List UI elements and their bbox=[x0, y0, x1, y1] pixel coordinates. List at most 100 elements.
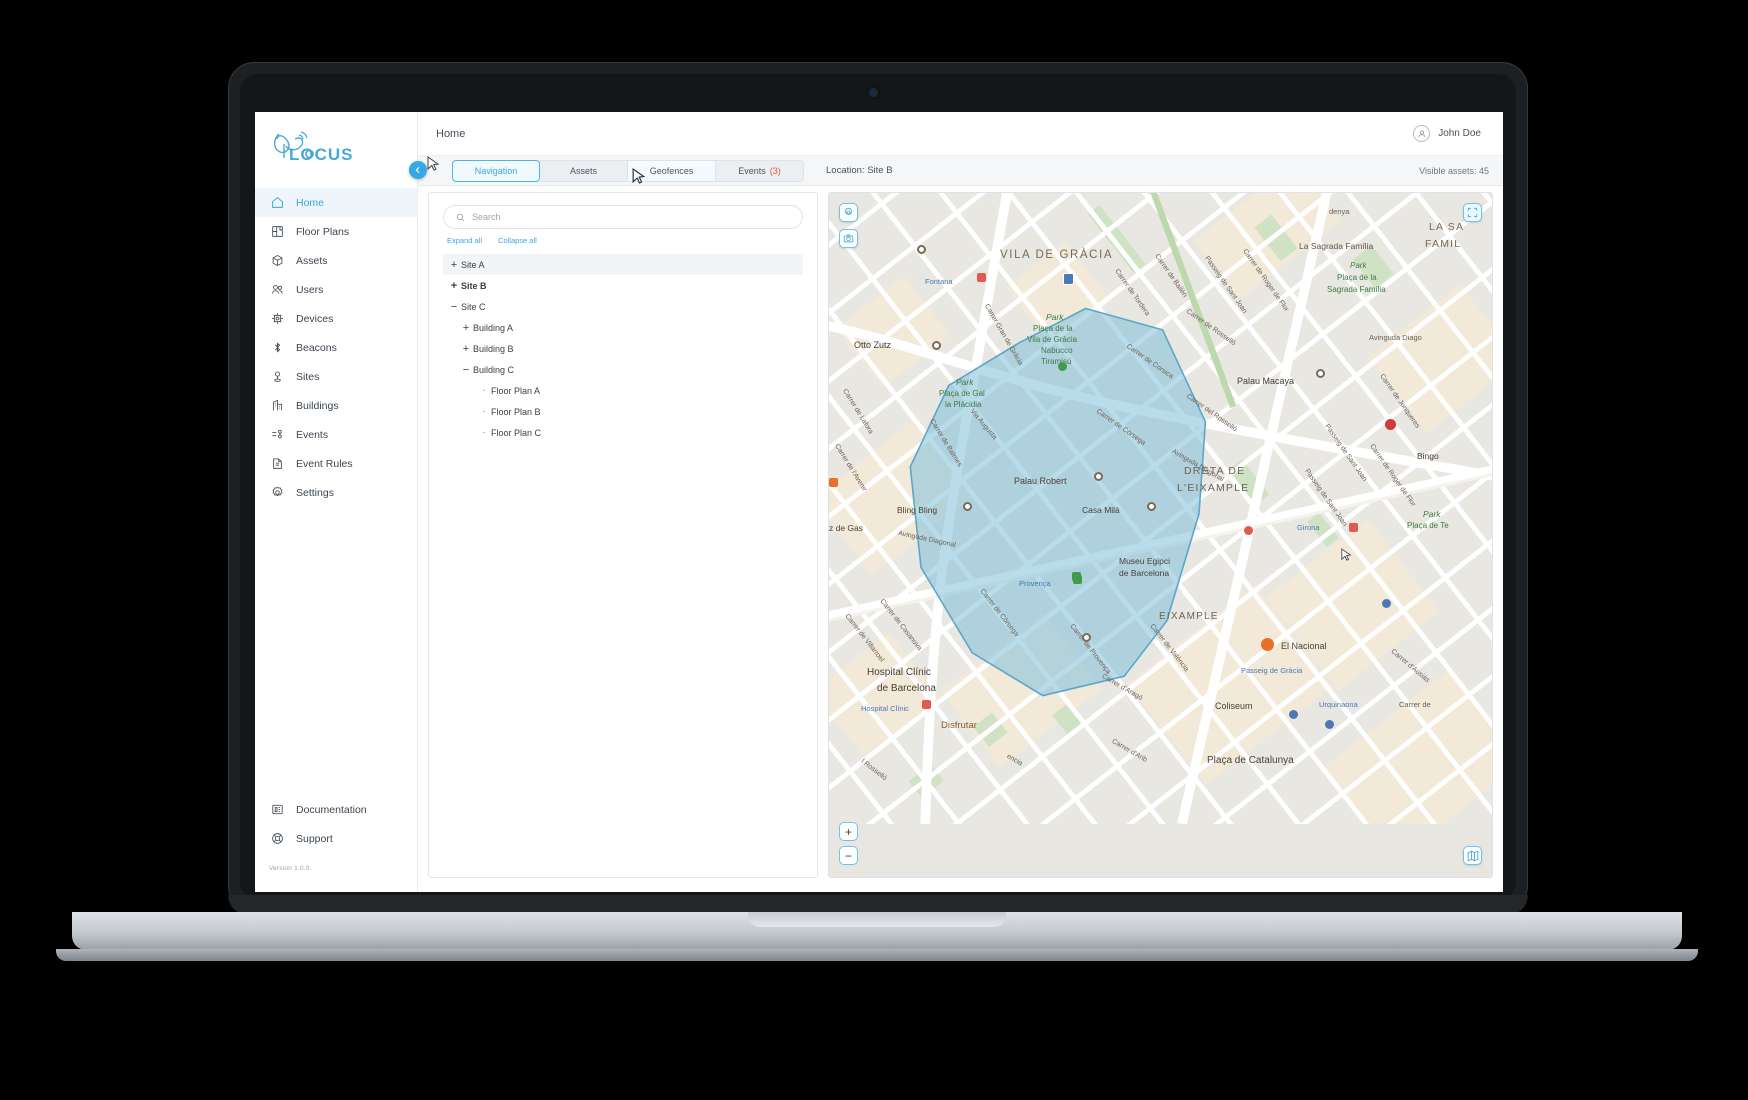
tree-node-floor-plan-c[interactable]: · Floor Plan C bbox=[443, 422, 803, 443]
poi-metro-marker[interactable] bbox=[1349, 523, 1358, 532]
poi-metro-marker[interactable] bbox=[1289, 710, 1298, 719]
tree-node-building-c[interactable]: − Building C bbox=[443, 359, 803, 380]
svg-text:LOCUS: LOCUS bbox=[289, 145, 354, 164]
poi-marker[interactable] bbox=[1072, 572, 1081, 581]
sidebar-item-documentation[interactable]: Documentation bbox=[255, 795, 417, 824]
laptop-screen: LOCUS Home Floor Plans Assets Users Devi… bbox=[255, 112, 1503, 892]
search-box[interactable] bbox=[443, 205, 803, 229]
poi-marker[interactable] bbox=[829, 478, 838, 487]
tree-toggle-icon[interactable]: + bbox=[459, 343, 473, 355]
asset-marker[interactable] bbox=[1063, 273, 1074, 285]
tab-events[interactable]: Events (3) bbox=[716, 159, 804, 182]
poi-restaurant-marker[interactable] bbox=[1261, 638, 1274, 651]
home-icon bbox=[269, 195, 285, 211]
tab-label: Navigation bbox=[474, 165, 518, 176]
sidebar-item-devices[interactable]: Devices bbox=[255, 304, 417, 333]
tree-node-site-a[interactable]: + Site A bbox=[443, 254, 803, 275]
tree-node-site-c[interactable]: − Site C bbox=[443, 296, 803, 317]
map-panel[interactable]: Carrer de Bailèn Carrer de Roger de Flor P… bbox=[828, 192, 1493, 878]
collapse-sidebar-button[interactable] bbox=[409, 161, 427, 179]
tree-toggle-icon[interactable]: − bbox=[459, 364, 473, 376]
tree-node-building-a[interactable]: + Building A bbox=[443, 317, 803, 338]
user-avatar-icon bbox=[1413, 125, 1431, 142]
poi-metro-marker[interactable] bbox=[1325, 720, 1334, 729]
fullscreen-expand-icon bbox=[1467, 207, 1478, 218]
poi-marker[interactable] bbox=[1316, 369, 1325, 378]
poi-marker[interactable] bbox=[1058, 362, 1067, 371]
sidebar-item-settings[interactable]: Settings bbox=[255, 478, 417, 507]
map-fullscreen-button[interactable] bbox=[1463, 203, 1482, 222]
sidebar-item-events[interactable]: Events bbox=[255, 420, 417, 449]
tab-assets[interactable]: Assets bbox=[540, 159, 628, 182]
poi-marker[interactable] bbox=[1082, 633, 1091, 642]
map-layers-button[interactable] bbox=[1463, 846, 1482, 865]
search-icon bbox=[456, 213, 465, 221]
tree-node-building-b[interactable]: + Building B bbox=[443, 338, 803, 359]
poi-metro-marker[interactable] bbox=[977, 273, 986, 282]
laptop-base-foot bbox=[56, 949, 1698, 961]
sidebar-item-label: Documentation bbox=[296, 803, 367, 816]
collapse-all-link[interactable]: Collapse all bbox=[498, 236, 537, 245]
tab-navigation[interactable]: Navigation bbox=[452, 159, 540, 182]
content-area: Expand all Collapse all + Site A + Site … bbox=[418, 156, 1503, 892]
map-settings-button[interactable] bbox=[839, 203, 858, 222]
expand-all-link[interactable]: Expand all bbox=[447, 236, 482, 245]
tree-toggle-icon[interactable]: + bbox=[447, 259, 461, 271]
sidebar-item-users[interactable]: Users bbox=[255, 275, 417, 304]
tree-node-site-b[interactable]: + Site B bbox=[443, 275, 803, 296]
tree-actions: Expand all Collapse all bbox=[447, 236, 803, 245]
brand-logo[interactable]: LOCUS bbox=[255, 112, 417, 174]
sidebar-item-beacons[interactable]: Beacons bbox=[255, 333, 417, 362]
search-input[interactable] bbox=[472, 212, 790, 222]
map-camera-icon bbox=[843, 234, 854, 243]
locus-logo-icon: LOCUS bbox=[273, 131, 354, 164]
map-zoom-out-button[interactable]: − bbox=[839, 846, 858, 865]
tree-node-label: Building A bbox=[473, 322, 514, 333]
tree-toggle-icon[interactable]: − bbox=[447, 301, 461, 313]
poi-marker[interactable] bbox=[932, 341, 941, 350]
navigation-tree-panel: Expand all Collapse all + Site A + Site … bbox=[427, 156, 818, 878]
sidebar-item-label: Users bbox=[296, 283, 324, 296]
poi-marker[interactable] bbox=[1244, 526, 1253, 535]
poi-marker[interactable] bbox=[1147, 502, 1156, 511]
sidebar-item-label: Support bbox=[296, 832, 333, 845]
version-label: Version 1.0.0. bbox=[269, 865, 312, 872]
sidebar-item-sites[interactable]: Sites bbox=[255, 362, 417, 391]
map-settings-gear-icon bbox=[844, 207, 853, 216]
map-camera-button[interactable] bbox=[839, 229, 858, 248]
tree-toggle-icon[interactable]: + bbox=[459, 322, 473, 334]
sidebar-item-assets[interactable]: Assets bbox=[255, 246, 417, 275]
laptop-base bbox=[72, 912, 1682, 950]
poi-marker[interactable] bbox=[963, 502, 972, 511]
map-zoom-controls: + − bbox=[839, 822, 858, 865]
poi-marker[interactable] bbox=[1094, 472, 1103, 481]
sidebar-item-label: Devices bbox=[296, 312, 334, 325]
sidebar-item-label: Settings bbox=[296, 486, 334, 499]
tree-toggle-icon[interactable]: + bbox=[447, 280, 461, 292]
sidebar-item-floor-plans[interactable]: Floor Plans bbox=[255, 217, 417, 246]
tree-node-label: Site B bbox=[461, 280, 487, 291]
tree-bullet-icon: · bbox=[482, 385, 486, 396]
tree-node-label: Floor Plan A bbox=[491, 385, 541, 396]
tree-node-floor-plan-b[interactable]: · Floor Plan B bbox=[443, 401, 803, 422]
user-name: John Doe bbox=[1438, 128, 1481, 139]
tree-node-label: Site A bbox=[461, 259, 485, 270]
sidebar-item-buildings[interactable]: Buildings bbox=[255, 391, 417, 420]
sidebar-item-label: Event Rules bbox=[296, 457, 353, 470]
sidebar-item-home[interactable]: Home bbox=[255, 188, 417, 217]
tree-node-label: Building B bbox=[473, 343, 514, 354]
tab-geofences[interactable]: Geofences bbox=[628, 159, 716, 182]
poi-marker[interactable] bbox=[917, 245, 926, 254]
tree-node-floor-plan-a[interactable]: · Floor Plan A bbox=[443, 380, 803, 401]
user-menu[interactable]: John Doe bbox=[1413, 125, 1481, 142]
sub-toolbar: Navigation Assets Geofences Events (3) L… bbox=[409, 156, 1503, 186]
sidebar-item-support[interactable]: Support bbox=[255, 824, 417, 853]
map-zoom-in-button[interactable]: + bbox=[839, 822, 858, 841]
sidebar-item-event-rules[interactable]: Event Rules bbox=[255, 449, 417, 478]
poi-metro-marker[interactable] bbox=[1382, 599, 1391, 608]
poi-hospital-marker[interactable] bbox=[922, 700, 931, 709]
poi-marker[interactable] bbox=[1385, 419, 1396, 430]
sidebar-item-label: Home bbox=[296, 196, 325, 209]
bluetooth-icon bbox=[269, 340, 285, 356]
sidebar-item-label: Sites bbox=[296, 370, 320, 383]
